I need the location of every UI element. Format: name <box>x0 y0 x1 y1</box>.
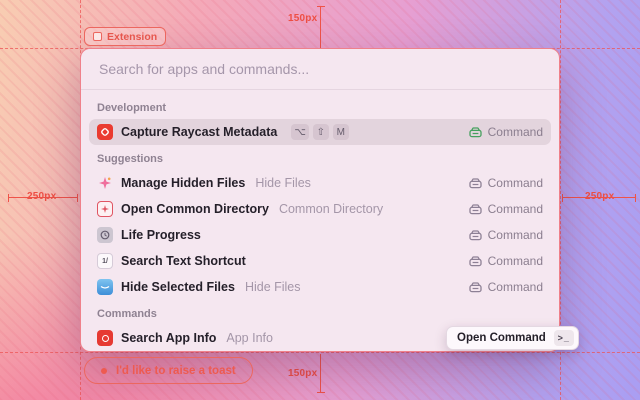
screenshot-stage: 250px 250px 150px 150px Extension I'd li… <box>0 0 640 400</box>
sparkle-pink-icon <box>97 175 113 191</box>
command-title: Search App Info <box>121 331 217 345</box>
accessory-label: Command <box>487 280 543 294</box>
measure-right-label: 250px <box>585 191 615 202</box>
command-row[interactable]: Manage Hidden Files Hide Files Command <box>89 170 551 196</box>
command-type-icon <box>468 229 482 240</box>
command-row[interactable]: Open Common Directory Common Directory Com… <box>89 196 551 222</box>
keycap: ⇧ <box>312 124 329 140</box>
keycap: M <box>332 124 349 140</box>
command-subtitle: Hide Files <box>244 280 301 294</box>
section-header: Suggestions <box>97 153 164 165</box>
toast-label: I'd like to raise a toast <box>116 364 236 377</box>
accessory: Command <box>468 254 543 268</box>
toast-annotation: I'd like to raise a toast <box>84 357 253 384</box>
command-subtitle: Hide Files <box>255 176 311 190</box>
command-type-icon <box>468 203 482 214</box>
command-row[interactable]: 1/Search Text Shortcut Command <box>89 248 551 274</box>
open-command-bar[interactable]: Open Command >_ <box>446 326 579 350</box>
accessory: Command <box>468 125 543 139</box>
star-red-icon <box>97 201 113 217</box>
open-command-label: Open Command <box>457 332 546 344</box>
accessory-label: Command <box>487 125 543 139</box>
accessory: Command <box>468 176 543 190</box>
measure-top-label: 150px <box>288 13 318 24</box>
accessory: Command <box>468 280 543 294</box>
search-bar <box>81 49 559 89</box>
checkbox-icon <box>93 32 102 41</box>
measure-bottom-label: 150px <box>288 368 318 379</box>
enter-key-icon: >_ <box>553 330 574 346</box>
command-row[interactable]: Life Progress Command <box>89 222 551 248</box>
accessory: Command <box>468 202 543 216</box>
accessory-label: Command <box>487 228 543 242</box>
bullet-dot-icon <box>101 367 107 374</box>
command-subtitle: App Info <box>226 331 273 345</box>
text-shortcut-icon: 1/ <box>97 253 113 269</box>
raycast-panel: Development Capture Raycast Metadata ⌥⇧M Co… <box>80 48 560 352</box>
measure-left-label: 250px <box>27 191 57 202</box>
shortcut-keys: ⌥ ⇧ M <box>291 124 349 140</box>
command-title: Search Text Shortcut <box>121 254 246 268</box>
app-info-icon <box>97 330 113 346</box>
results-list: Development Capture Raycast Metadata ⌥ ⇧ M Co… <box>81 90 559 352</box>
command-title: Manage Hidden Files <box>121 176 246 190</box>
command-type-icon <box>468 281 482 292</box>
hide-files-icon <box>97 279 113 295</box>
command-title: Open Common Directory <box>121 202 269 216</box>
command-title: Capture Raycast Metadata <box>121 125 278 139</box>
extension-badge-label: Extension <box>107 30 158 43</box>
section-header: Development <box>97 102 167 114</box>
command-type-icon <box>468 126 482 137</box>
keycap: ⌥ <box>291 124 309 140</box>
accessory: Command <box>468 228 543 242</box>
command-title: Life Progress <box>121 228 201 242</box>
accessory-label: Command <box>487 254 543 268</box>
command-row[interactable]: Random Bing WallpaperCommand <box>89 351 551 352</box>
extension-badge[interactable]: Extension <box>84 27 167 46</box>
command-row[interactable]: Hide Selected Files Hide Files Command <box>89 274 551 300</box>
section-header: Commands <box>97 308 157 320</box>
accessory-label: Command <box>487 202 543 216</box>
search-input[interactable] <box>97 60 543 78</box>
raycast-red-icon <box>97 124 113 140</box>
command-row[interactable]: Capture Raycast Metadata ⌥ ⇧ M Command <box>89 119 551 145</box>
command-title: Hide Selected Files <box>121 280 235 294</box>
command-type-icon <box>468 255 482 266</box>
command-subtitle: Common Directory <box>278 202 384 216</box>
accessory-label: Command <box>487 176 543 190</box>
command-type-icon <box>468 177 482 188</box>
guide-line-bottom <box>0 352 640 353</box>
clock-icon <box>97 227 113 243</box>
